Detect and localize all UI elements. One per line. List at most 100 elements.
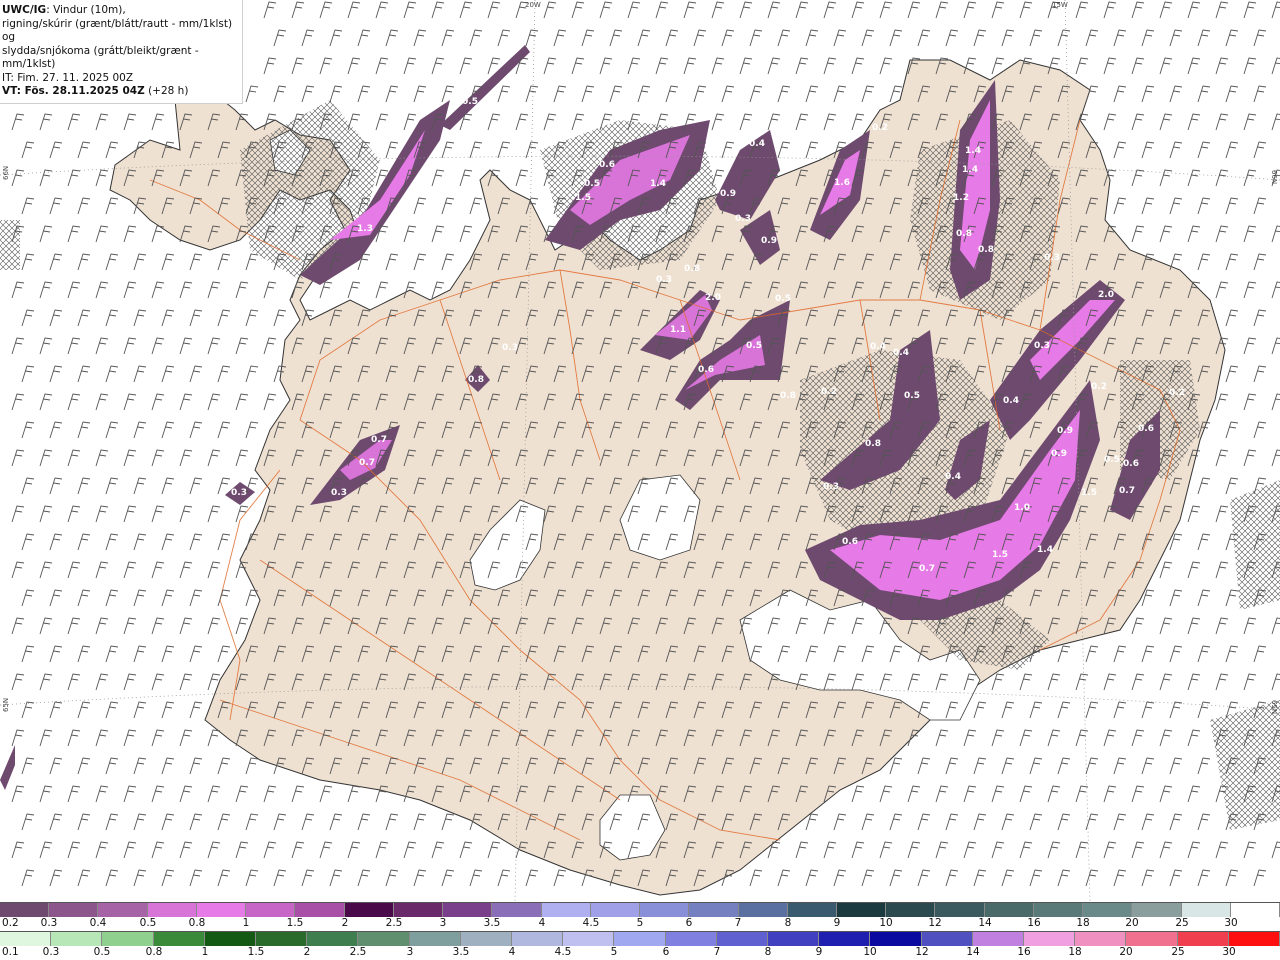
precip-label: 0.5 xyxy=(462,97,478,107)
legend-swatch xyxy=(460,932,513,946)
precip-label: 0.2 xyxy=(1169,388,1185,398)
legend-swatch xyxy=(102,932,154,946)
precip-label: 0.2 xyxy=(872,123,888,133)
precip-label: 0.6 xyxy=(599,160,615,170)
lead-time: (+28 h) xyxy=(144,85,189,97)
legend-snow-labels: 0.2 0.3 0.4 0.5 0.8 1 1.5 2 2.5 3 3.5 4 4.5 5 6 7 8 9 10 12… xyxy=(0,917,1280,931)
precip-label: 0.6 xyxy=(1138,424,1154,434)
precip-label: 0.5 xyxy=(775,294,791,304)
legend-label: 1.5 xyxy=(286,917,304,929)
legend-label: 25 xyxy=(1175,917,1189,929)
precip-label: 0.5 xyxy=(1104,455,1120,465)
precip-label: 0.5 xyxy=(584,179,600,189)
precip-label: 0.3 xyxy=(656,275,672,285)
precip-label: 1.4 xyxy=(1037,545,1053,555)
precip-label: 0.9 xyxy=(1051,449,1067,459)
precip-label: 0.7 xyxy=(371,435,387,445)
precip-label: 0.3 xyxy=(1044,253,1060,263)
legend-label: 4.5 xyxy=(582,917,600,929)
legend-swatch xyxy=(1132,903,1182,917)
legend-swatch xyxy=(1228,932,1280,946)
legend-label: 30 xyxy=(1222,946,1236,958)
legend-label: 18 xyxy=(1068,946,1082,958)
legend-label: 2.5 xyxy=(349,946,367,958)
precip-label: 0.8 xyxy=(865,439,881,449)
precip-label: 0.8 xyxy=(780,391,796,401)
legend-swatch xyxy=(886,903,936,917)
legend-label: 3 xyxy=(439,917,447,929)
lat-label-65n-left: 65N xyxy=(2,698,10,712)
legend-label: 1 xyxy=(201,946,209,958)
legend-swatch xyxy=(689,903,739,917)
precip-label: 0.9 xyxy=(761,236,777,246)
legend-swatch xyxy=(0,932,52,946)
precip-label: 1.2 xyxy=(953,193,969,203)
legend-label: 6 xyxy=(685,917,693,929)
legend-swatch xyxy=(870,932,922,946)
precip-label: 1.5 xyxy=(1081,488,1097,498)
legend-swatch xyxy=(492,903,542,917)
legend-swatch xyxy=(590,903,641,917)
legend-label: 0.8 xyxy=(188,917,206,929)
legend-swatch xyxy=(738,903,788,917)
precip-label: 0.7 xyxy=(359,458,375,468)
legend-label: 1 xyxy=(242,917,250,929)
legend-swatch xyxy=(1177,932,1229,946)
legend-swatch xyxy=(49,903,99,917)
legend-rain: 0.1 0.3 0.5 0.8 1 1.5 2 2.5 3 3.5 4 4.5 5 6 7 8 9 10 12 14 1… xyxy=(0,931,1280,960)
precip-label: 1.6 xyxy=(834,178,850,188)
lat-label-66n-left: 66N xyxy=(2,166,10,180)
legend-rain-labels: 0.1 0.3 0.5 0.8 1 1.5 2 2.5 3 3.5 4 4.5 5 6 7 8 9 10 12 14 1… xyxy=(0,946,1280,960)
precip-label: 0.8 xyxy=(978,245,994,255)
legend-label: 3 xyxy=(406,946,414,958)
legend-swatch xyxy=(935,903,985,917)
legend-label: 0.3 xyxy=(40,917,58,929)
legend-swatch xyxy=(51,932,103,946)
legend-swatch xyxy=(541,903,591,917)
precip-label: 0.9 xyxy=(720,189,736,199)
legend-swatch xyxy=(358,932,410,946)
legend-label: 9 xyxy=(833,917,841,929)
legend-label: 6 xyxy=(662,946,670,958)
valid-time-line: VT: Fös. 28.11.2025 04Z (+28 h) xyxy=(2,85,242,99)
legend-label: 14 xyxy=(966,946,980,958)
precip-label: 0.7 xyxy=(1119,486,1135,496)
legend-swatch xyxy=(307,932,359,946)
legend-label: 12 xyxy=(928,917,942,929)
legend-label: 0.5 xyxy=(93,946,111,958)
legend-swatch xyxy=(665,932,717,946)
legend-label: 25 xyxy=(1171,946,1185,958)
legend-swatch xyxy=(443,903,493,917)
precip-label: 0.8 xyxy=(956,229,972,239)
precip-label: 1.4 xyxy=(650,179,666,189)
legend-label: 7 xyxy=(734,917,742,929)
legend-label: 4 xyxy=(508,946,516,958)
precip-label: 0.6 xyxy=(842,537,858,547)
precip-label: 1.4 xyxy=(965,146,981,156)
legend-swatch xyxy=(256,932,308,946)
legend-swatch xyxy=(295,903,345,917)
precip-label: 0.5 xyxy=(746,341,762,351)
precip-label: 1.3 xyxy=(357,224,373,234)
legend-swatch xyxy=(768,932,820,946)
legend-label: 3.5 xyxy=(483,917,501,929)
precip-label: 0.3 xyxy=(735,214,751,224)
precip-label: 1.4 xyxy=(962,165,978,175)
legend-swatch xyxy=(196,903,247,917)
legend-swatch xyxy=(1075,932,1127,946)
legend-label: 2.5 xyxy=(385,917,403,929)
precip-label: 0.3 xyxy=(823,482,839,492)
legend-label: 2 xyxy=(303,946,311,958)
legend-label: 5 xyxy=(636,917,644,929)
legend-label: 14 xyxy=(978,917,992,929)
lon-label-15w: 15W xyxy=(1052,1,1068,9)
legend-label: 4 xyxy=(538,917,546,929)
model-source: UWC/IG xyxy=(2,4,47,16)
precip-label: 2.0 xyxy=(705,293,721,303)
legend-label: 18 xyxy=(1076,917,1090,929)
legend-swatch xyxy=(614,932,666,946)
precip-label: 0.3 xyxy=(331,488,347,498)
legend-swatch xyxy=(246,903,296,917)
precip-label: 0.8 xyxy=(684,264,700,274)
legend-label: 0.8 xyxy=(145,946,163,958)
